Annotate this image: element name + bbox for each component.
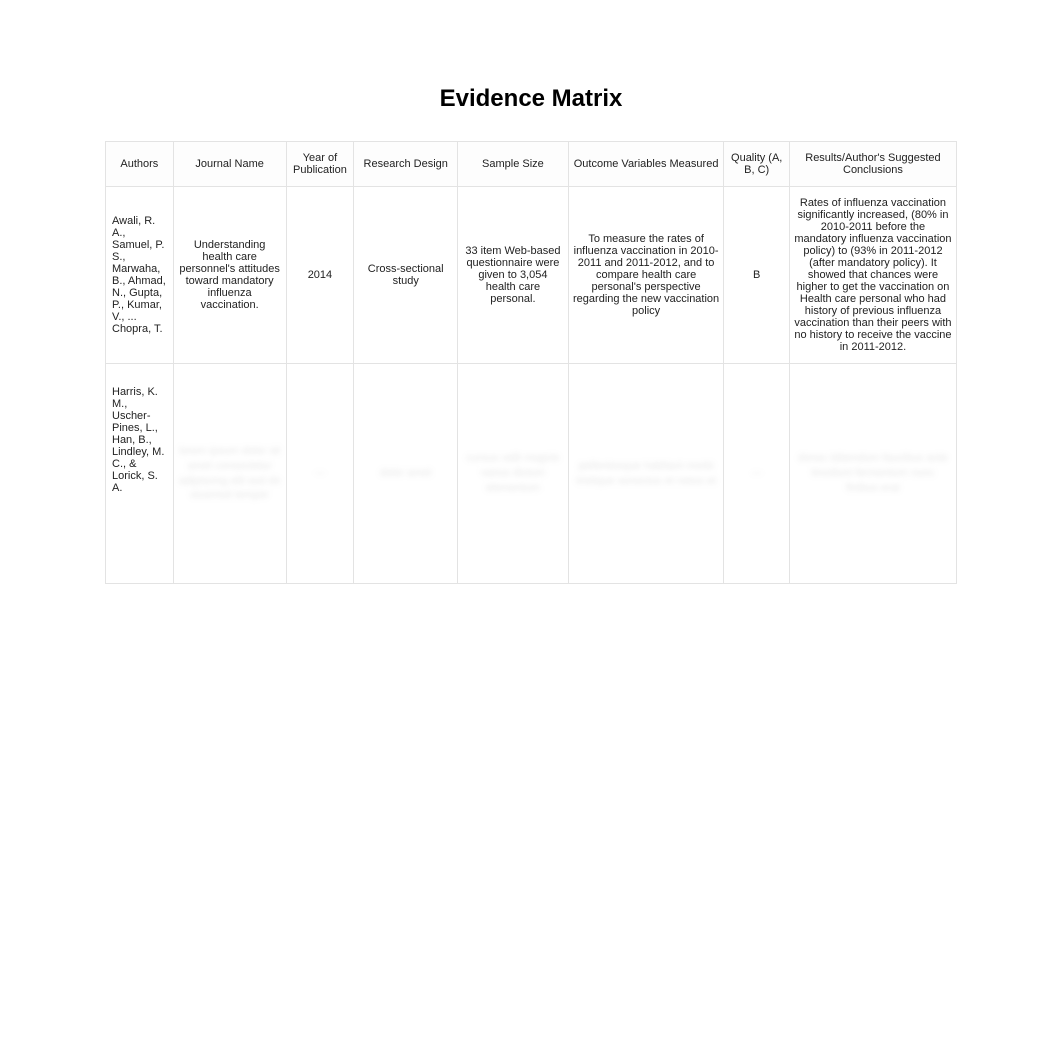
cell-design-blurred: dolor amet [354,364,458,584]
page-title: Evidence Matrix [105,85,957,113]
cell-year-blurred: — [286,364,354,584]
table-row: Awali, R. A., Samuel, P. S., Marwaha, B.… [106,187,957,364]
cell-quality-blurred: — [724,364,789,584]
col-header-year: Year of Publication [286,142,354,187]
cell-results: Rates of influenza vaccination significa… [789,187,956,364]
col-header-results: Results/Author's Suggested Conclusions [789,142,956,187]
evidence-matrix-table: Authors Journal Name Year of Publication… [105,141,957,584]
col-header-quality: Quality (A, B, C) [724,142,789,187]
cell-results-blurred: donec bibendum faucibus ante tincidunt f… [789,364,956,584]
cell-sample-blurred: cursus velit magnis varius dictum elemen… [458,364,569,584]
cell-outcomes: To measure the rates of influenza vaccin… [568,187,724,364]
cell-journal: Understanding health care personnel's at… [173,187,286,364]
cell-authors: Awali, R. A., Samuel, P. S., Marwaha, B.… [106,187,174,364]
col-header-journal: Journal Name [173,142,286,187]
cell-sample: 33 item Web-based questionnaire were giv… [458,187,569,364]
col-header-design: Research Design [354,142,458,187]
cell-journal-blurred: lorem ipsum dolor sit amet consectetur a… [173,364,286,584]
cell-outcomes-blurred: pellentesque habitant morbi tristique se… [568,364,724,584]
col-header-sample: Sample Size [458,142,569,187]
cell-year: 2014 [286,187,354,364]
col-header-authors: Authors [106,142,174,187]
content-fade-mask [0,660,1062,1060]
table-row: Harris, K. M., Uscher-Pines, L., Han, B.… [106,364,957,584]
table-header-row: Authors Journal Name Year of Publication… [106,142,957,187]
cell-design: Cross-sectional study [354,187,458,364]
cell-authors: Harris, K. M., Uscher-Pines, L., Han, B.… [106,364,174,584]
col-header-outcomes: Outcome Variables Measured [568,142,724,187]
cell-quality: B [724,187,789,364]
